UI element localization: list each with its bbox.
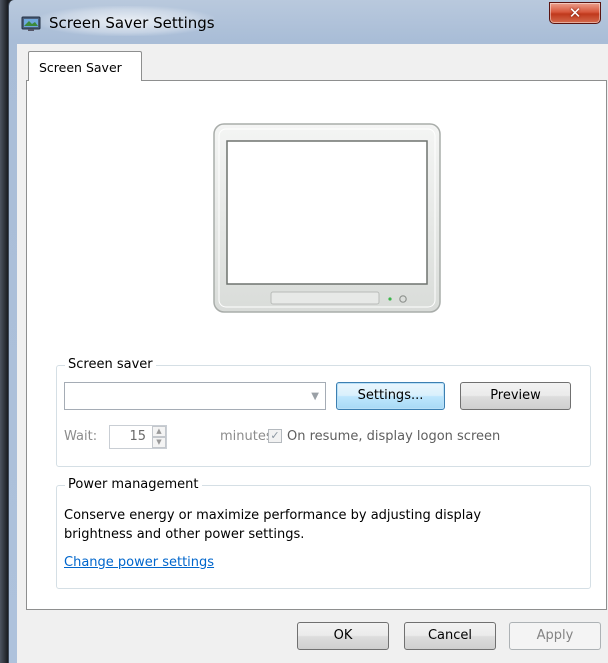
screen-saver-dropdown[interactable]: ▼ xyxy=(64,382,326,410)
change-power-settings-link[interactable]: Change power settings xyxy=(64,555,214,570)
screen-saver-icon xyxy=(21,16,41,31)
window-title: Screen Saver Settings xyxy=(49,14,215,32)
resume-logon-label[interactable]: On resume, display logon screen xyxy=(287,429,500,444)
preview-button[interactable]: Preview xyxy=(460,382,571,410)
tab-screen-saver[interactable]: Screen Saver xyxy=(28,51,142,81)
minutes-label: minutes xyxy=(220,429,273,444)
power-management-group-label: Power management xyxy=(65,477,202,492)
tab-panel: Screen saver ▼ Settings... Preview Wait:… xyxy=(26,80,607,610)
title-bar[interactable]: Screen Saver Settings ✕ xyxy=(9,0,608,44)
power-management-description: Conserve energy or maximize performance … xyxy=(64,508,482,542)
close-button[interactable]: ✕ xyxy=(549,2,601,24)
resume-logon-checkbox[interactable]: ✓ xyxy=(268,429,282,443)
apply-button[interactable]: Apply xyxy=(509,622,601,650)
spin-up-icon[interactable]: ▲ xyxy=(152,426,166,437)
dialog-window: Screen Saver Settings ✕ Screen Saver Scr… xyxy=(8,0,608,663)
spin-down-icon[interactable]: ▼ xyxy=(152,437,166,448)
screen-saver-group xyxy=(56,365,591,467)
screen-saver-group-label: Screen saver xyxy=(65,357,156,372)
close-icon: ✕ xyxy=(568,4,582,22)
cancel-button[interactable]: Cancel xyxy=(404,622,496,650)
monitor-preview-icon xyxy=(213,123,441,313)
chevron-down-icon[interactable]: ▼ xyxy=(311,391,319,402)
ok-button[interactable]: OK xyxy=(297,622,389,650)
wait-label: Wait: xyxy=(64,429,98,444)
settings-button[interactable]: Settings... xyxy=(336,382,445,410)
tab-label: Screen Saver xyxy=(39,60,122,75)
